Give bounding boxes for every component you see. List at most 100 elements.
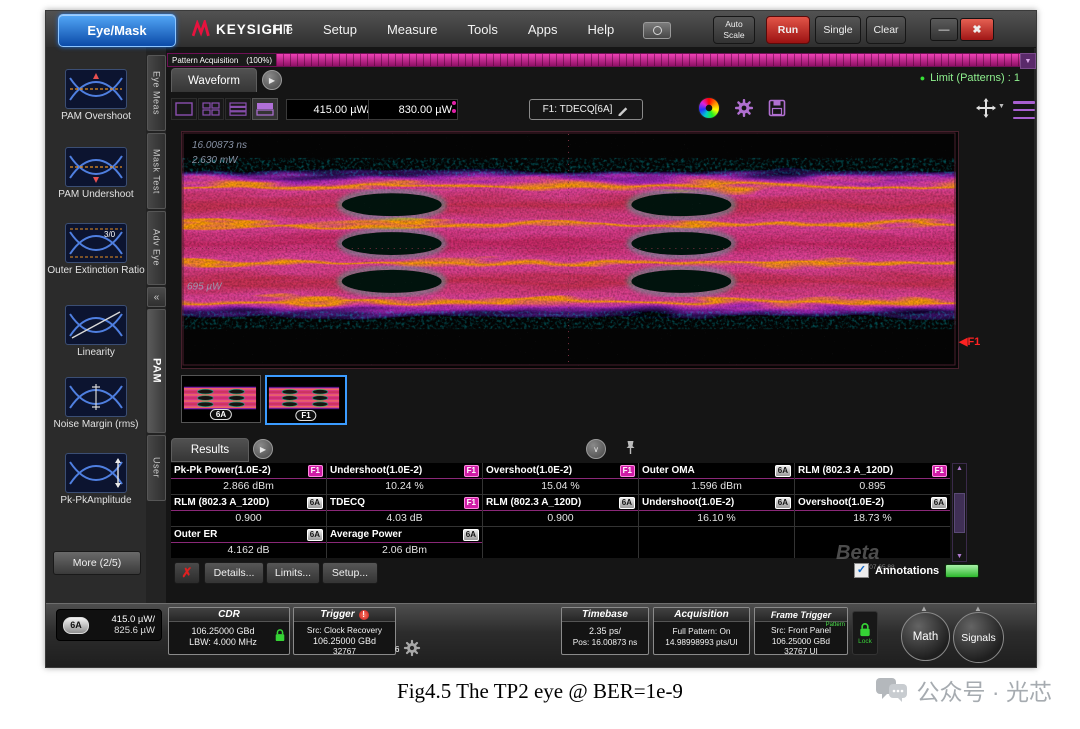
results-scrollbar[interactable]: ▲ ▼: [952, 463, 967, 562]
channel-6a-panel[interactable]: 6A 415.0 µW/ 825.6 µW: [56, 609, 162, 641]
layout-split-button[interactable]: [252, 98, 278, 120]
layout-split-icon: [256, 103, 274, 116]
annotation-power-top: 2.630 mW: [191, 155, 239, 166]
display-menu-icon[interactable]: [1011, 99, 1036, 121]
result-cell[interactable]: RLM (802.3 A_120D) 6A 0.900: [171, 495, 326, 526]
result-cell[interactable]: Outer OMA 6A 1.596 dBm: [639, 463, 794, 494]
timebase-panel[interactable]: Timebase 2.35 ps/ Pos: 16.00873 ns: [561, 607, 649, 655]
annotations-checkbox[interactable]: ✓: [854, 563, 869, 578]
sidebar-item-outer-extinction-ratio[interactable]: 3/0 Outer Extinction Ratio: [46, 223, 146, 276]
trigger-panel[interactable]: Trigger ! Src: Clock Recovery 106.25000 …: [293, 607, 396, 655]
results-table: Pk-Pk Power(1.0E-2) F1 2.866 dBm Undershoo…: [171, 463, 950, 558]
status-gear-icon[interactable]: [403, 639, 421, 657]
sidebar-item-pkpk-amplitude[interactable]: Pk-PkAmplitude: [46, 453, 146, 506]
sidebar-item-pam-overshoot[interactable]: PAM Overshoot: [46, 69, 146, 122]
annotation-power-left: 695 µW: [187, 281, 223, 292]
menu-measure[interactable]: Measure: [387, 22, 438, 37]
f1-trace-marker: ◀F1: [959, 336, 981, 348]
tab-eye-meas[interactable]: Eye Meas: [147, 55, 166, 131]
result-cell[interactable]: Overshoot(1.0E-2) 6A 18.73 %: [795, 495, 950, 526]
vertical-scale-readout[interactable]: 415.00 µW/: [286, 99, 376, 120]
result-cell[interactable]: Overshoot(1.0E-2) F1 15.04 %: [483, 463, 638, 494]
menu-file[interactable]: File: [272, 22, 293, 37]
thumbnail-6a[interactable]: 6A: [181, 375, 261, 423]
menu-apps[interactable]: Apps: [528, 22, 558, 37]
menu-tools[interactable]: Tools: [468, 22, 498, 37]
layout-quad-icon: [202, 102, 220, 116]
frame-trigger-panel[interactable]: Frame Trigger Pattern Src: Front Panel 1…: [754, 607, 848, 655]
results-pin-icon[interactable]: [624, 440, 637, 456]
sidebar-collapse-button[interactable]: «: [147, 287, 166, 307]
layout-single-button[interactable]: [171, 98, 197, 120]
annotations-control: ✓ Annotations: [854, 563, 980, 578]
waveform-play-icon[interactable]: ▶: [262, 70, 282, 90]
result-cell[interactable]: Pk-Pk Power(1.0E-2) F1 2.866 dBm: [171, 463, 326, 494]
pattern-lock-button[interactable]: Lock: [852, 611, 878, 655]
move-dropdown-icon[interactable]: ▼: [998, 103, 1005, 110]
tab-pam[interactable]: PAM: [147, 309, 166, 433]
result-cell[interactable]: Undershoot(1.0E-2) F1 10.24 %: [327, 463, 482, 494]
save-disk-icon[interactable]: [768, 99, 786, 117]
acquisition-label: Pattern Acquisition: [172, 55, 239, 65]
result-cell[interactable]: RLM (802.3 A_120D) F1 0.895: [795, 463, 950, 494]
layout-rows-button[interactable]: [225, 98, 251, 120]
details-button[interactable]: Details...: [204, 562, 264, 584]
sidebar-item-noise-margin[interactable]: Noise Margin (rms): [46, 377, 146, 430]
annotations-indicator: [945, 563, 980, 578]
setup-button[interactable]: Setup...: [322, 562, 378, 584]
acquisition-panel[interactable]: Acquisition Full Pattern: On 14.98998993…: [653, 607, 750, 655]
math-button[interactable]: Math: [901, 612, 950, 661]
single-button[interactable]: Single: [815, 16, 861, 44]
source-badge: 6A: [774, 464, 791, 477]
sidebar-item-linearity[interactable]: Linearity: [46, 305, 146, 358]
result-cell[interactable]: Outer ER 6A 4.162 dB: [171, 527, 326, 558]
clear-button[interactable]: Clear: [866, 16, 906, 44]
thumbnail-f1-selected[interactable]: F1: [265, 375, 347, 425]
scroll-down-icon[interactable]: ▼: [956, 553, 963, 560]
sidebar-item-pam-undershoot[interactable]: PAM Undershoot: [46, 147, 146, 200]
menu-help[interactable]: Help: [588, 22, 615, 37]
result-cell[interactable]: Undershoot(1.0E-2) 6A 16.10 %: [639, 495, 794, 526]
source-badge: 6A: [618, 496, 635, 509]
signals-button[interactable]: Signals: [953, 612, 1004, 663]
tab-adv-eye[interactable]: Adv Eye: [147, 211, 166, 285]
waveform-display[interactable]: 16.00873 ns 2.630 mW 695 µW: [170, 131, 969, 369]
acquisition-title: Acquisition: [654, 608, 749, 622]
beta-watermark: Beta: [836, 542, 880, 564]
screenshot-camera-icon[interactable]: [643, 22, 671, 39]
layout-quad-button[interactable]: [198, 98, 224, 120]
acquisition-dropdown-button[interactable]: ▼: [1020, 53, 1036, 69]
scroll-thumb[interactable]: [954, 492, 965, 533]
limit-green-dot-icon: ●: [919, 73, 926, 83]
source-badge: F1: [619, 464, 635, 477]
source-select-button[interactable]: F1: TDECQ[6A]: [529, 99, 643, 120]
pam-undershoot-icon: [65, 147, 127, 187]
display-settings-gear-icon[interactable]: [734, 98, 754, 118]
result-cell[interactable]: TDECQ F1 4.03 dB: [327, 495, 482, 526]
cdr-title: CDR: [169, 608, 289, 622]
more-measurements-button[interactable]: More (2/5): [53, 551, 141, 575]
result-cell[interactable]: Average Power 6A 2.06 dBm: [327, 527, 482, 558]
minimize-button[interactable]: —: [930, 18, 958, 41]
tab-user[interactable]: User: [147, 435, 166, 501]
pam4-eye-diagram: 16.00873 ns 2.630 mW 695 µW: [170, 132, 969, 366]
limits-button[interactable]: Limits...: [266, 562, 320, 584]
move-tool-icon[interactable]: [976, 98, 996, 118]
run-button[interactable]: Run: [766, 16, 810, 44]
results-collapse-icon[interactable]: ∨: [586, 439, 606, 459]
auto-scale-button[interactable]: Auto Scale: [713, 16, 755, 44]
tab-waveform[interactable]: Waveform: [171, 68, 257, 92]
close-button[interactable]: ✖: [960, 18, 994, 41]
delete-measurement-button[interactable]: ✗: [174, 562, 200, 584]
scroll-up-icon[interactable]: ▲: [956, 465, 963, 472]
result-cell[interactable]: RLM (802.3 A_120D) 6A 0.900: [483, 495, 638, 526]
results-play-icon[interactable]: ▶: [253, 439, 273, 459]
tab-results[interactable]: Results: [171, 438, 249, 462]
trigger-warning-icon: !: [358, 609, 369, 620]
cdr-panel[interactable]: CDR 106.25000 GBd LBW: 4.000 MHz: [168, 607, 290, 655]
tab-mask-test[interactable]: Mask Test: [147, 133, 166, 209]
vertical-offset-readout[interactable]: 830.00 µW: [368, 99, 458, 120]
mode-button-eye-mask[interactable]: Eye/Mask: [58, 14, 176, 47]
color-grade-icon[interactable]: [698, 97, 720, 119]
menu-setup[interactable]: Setup: [323, 22, 357, 37]
